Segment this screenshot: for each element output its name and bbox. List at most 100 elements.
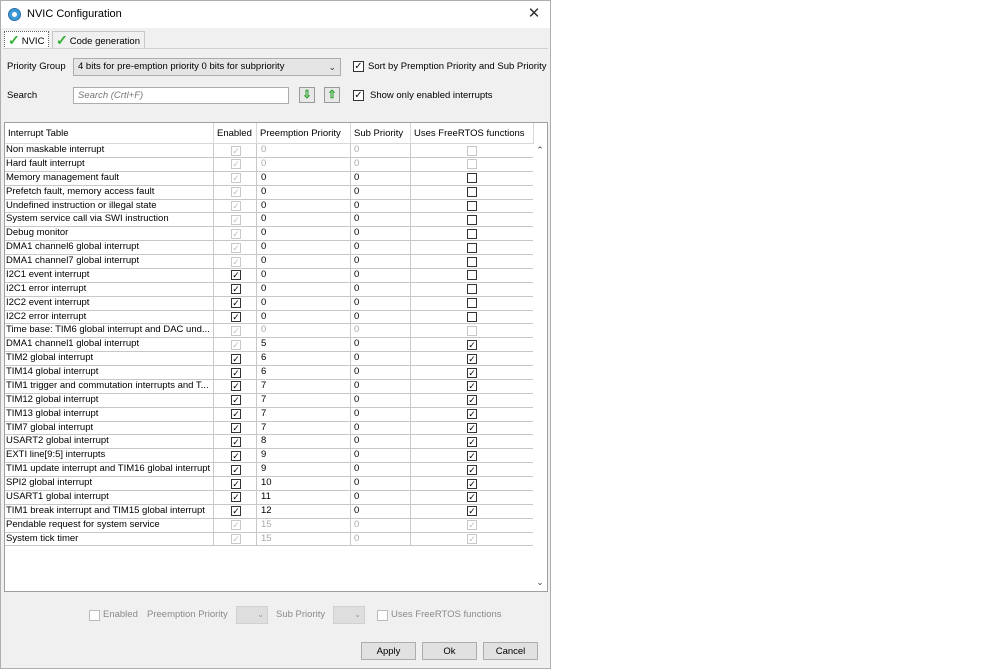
freertos-checkbox[interactable] (467, 187, 477, 198)
header-interrupt-table[interactable]: Interrupt Table (5, 123, 214, 144)
bottom-sub-select[interactable]: ⌄ (333, 606, 365, 624)
freertos-checkbox[interactable]: ✓ (467, 450, 477, 461)
table-row[interactable]: DMA1 channel7 global interrupt ✓ 0 0 (5, 255, 534, 269)
sub-priority-cell[interactable]: 0 (351, 449, 411, 463)
header-preemption-priority[interactable]: Preemption Priority (257, 123, 351, 144)
table-row[interactable]: Hard fault interrupt ✓ 0 0 (5, 157, 534, 172)
enabled-checkbox[interactable]: ✓ (231, 436, 241, 447)
freertos-checkbox[interactable]: ✓ (467, 395, 477, 406)
preemption-priority-cell[interactable]: 7 (257, 393, 351, 407)
freertos-checkbox[interactable]: ✓ (467, 339, 477, 350)
priority-group-select[interactable]: 4 bits for pre-emption priority 0 bits f… (73, 58, 341, 76)
preemption-priority-cell[interactable]: 12 (257, 504, 351, 518)
enabled-checkbox[interactable]: ✓ (231, 450, 241, 461)
table-row[interactable]: TIM12 global interrupt ✓ 7 0 ✓ (5, 393, 534, 408)
preemption-priority-cell[interactable]: 7 (257, 421, 351, 435)
preemption-priority-cell[interactable]: 15 (257, 518, 351, 532)
sub-priority-cell[interactable]: 0 (351, 268, 411, 282)
table-row[interactable]: SPI2 global interrupt ✓ 10 0 ✓ (5, 477, 534, 491)
preemption-priority-cell[interactable]: 10 (257, 477, 351, 490)
table-row[interactable]: TIM2 global interrupt ✓ 6 0 ✓ (5, 352, 534, 366)
table-row[interactable]: System service call via SWI instruction ✓… (5, 213, 534, 228)
enabled-checkbox[interactable]: ✓ (231, 506, 241, 517)
scroll-down-icon[interactable]: ⌄ (533, 577, 547, 588)
enabled-checkbox[interactable]: ✓ (231, 381, 241, 392)
ok-button[interactable]: Ok (422, 642, 477, 660)
header-enabled[interactable]: Enabled (214, 123, 257, 144)
sub-priority-cell[interactable]: 0 (351, 393, 411, 407)
table-row[interactable]: USART2 global interrupt ✓ 8 0 ✓ (5, 435, 534, 450)
table-row[interactable]: EXTI line[9:5] interrupts ✓ 9 0 ✓ (5, 449, 534, 464)
preemption-priority-cell[interactable]: 0 (257, 324, 351, 338)
preemption-priority-cell[interactable]: 0 (257, 185, 351, 199)
sub-priority-cell[interactable]: 0 (351, 185, 411, 199)
preemption-priority-cell[interactable]: 9 (257, 449, 351, 463)
preemption-priority-cell[interactable]: 0 (257, 144, 351, 157)
sub-priority-cell[interactable]: 0 (351, 532, 411, 546)
freertos-checkbox[interactable]: ✓ (467, 436, 477, 447)
preemption-priority-cell[interactable]: 0 (257, 268, 351, 282)
table-row[interactable]: Pendable request for system service ✓ 15 0 ✓ (5, 518, 534, 533)
enabled-checkbox[interactable]: ✓ (231, 409, 241, 420)
preemption-priority-cell[interactable]: 0 (257, 310, 351, 324)
tab-code-generation[interactable]: ✓ Code generation (52, 31, 145, 48)
enabled-checkbox[interactable]: ✓ (231, 423, 241, 433)
sub-priority-cell[interactable]: 0 (351, 171, 411, 185)
freertos-checkbox[interactable] (467, 214, 477, 225)
sub-priority-cell[interactable]: 0 (351, 144, 411, 157)
sub-priority-cell[interactable]: 0 (351, 255, 411, 268)
freertos-checkbox[interactable]: ✓ (467, 423, 477, 433)
freertos-checkbox[interactable]: ✓ (467, 353, 477, 364)
table-row[interactable]: I2C1 event interrupt ✓ 0 0 (5, 268, 534, 283)
table-row[interactable]: TIM1 trigger and commutation interrupts … (5, 379, 534, 394)
sub-priority-cell[interactable]: 0 (351, 435, 411, 449)
preemption-priority-cell[interactable]: 0 (257, 241, 351, 254)
table-row[interactable]: I2C2 error interrupt ✓ 0 0 (5, 310, 534, 325)
sub-priority-cell[interactable]: 0 (351, 421, 411, 435)
enabled-checkbox[interactable]: ✓ (231, 284, 241, 295)
preemption-priority-cell[interactable]: 6 (257, 352, 351, 365)
table-row[interactable]: Debug monitor ✓ 0 0 (5, 227, 534, 242)
freertos-checkbox[interactable] (467, 270, 477, 281)
preemption-priority-cell[interactable]: 7 (257, 407, 351, 421)
sub-priority-cell[interactable]: 0 (351, 490, 411, 504)
preemption-priority-cell[interactable]: 5 (257, 338, 351, 352)
table-row[interactable]: TIM1 update interrupt and TIM16 global i… (5, 463, 534, 477)
freertos-checkbox[interactable]: ✓ (467, 492, 477, 503)
table-row[interactable]: Memory management fault ✓ 0 0 (5, 171, 534, 186)
table-row[interactable]: USART1 global interrupt ✓ 11 0 ✓ (5, 490, 534, 505)
bottom-preemption-select[interactable]: ⌄ (236, 606, 268, 624)
preemption-priority-cell[interactable]: 0 (257, 213, 351, 227)
bottom-enabled-checkbox[interactable] (89, 610, 100, 621)
close-icon[interactable]: ✕ (524, 4, 544, 24)
table-row[interactable]: TIM14 global interrupt ✓ 6 0 ✓ (5, 366, 534, 380)
bottom-freertos-checkbox[interactable] (377, 610, 388, 621)
sub-priority-cell[interactable]: 0 (351, 407, 411, 421)
freertos-checkbox[interactable] (467, 173, 477, 184)
preemption-priority-cell[interactable]: 11 (257, 490, 351, 504)
enabled-checkbox[interactable]: ✓ (231, 270, 241, 281)
freertos-checkbox[interactable]: ✓ (467, 506, 477, 517)
freertos-checkbox[interactable] (467, 201, 477, 211)
sub-priority-cell[interactable]: 0 (351, 352, 411, 365)
scroll-up-icon[interactable]: ⌃ (533, 145, 547, 156)
sub-priority-cell[interactable]: 0 (351, 199, 411, 213)
preemption-priority-cell[interactable]: 0 (257, 199, 351, 213)
vertical-scrollbar[interactable]: ⌃ ⌄ (533, 144, 547, 591)
freertos-checkbox[interactable]: ✓ (467, 464, 477, 475)
enabled-checkbox[interactable]: ✓ (231, 312, 241, 322)
enabled-checkbox[interactable]: ✓ (231, 464, 241, 475)
enabled-checkbox[interactable]: ✓ (231, 353, 241, 364)
sub-priority-cell[interactable]: 0 (351, 518, 411, 532)
sub-priority-cell[interactable]: 0 (351, 157, 411, 171)
freertos-checkbox[interactable] (467, 312, 477, 322)
table-row[interactable]: I2C1 error interrupt ✓ 0 0 (5, 282, 534, 297)
table-row[interactable]: Non maskable interrupt ✓ 0 0 (5, 144, 534, 158)
sub-priority-cell[interactable]: 0 (351, 366, 411, 379)
freertos-checkbox[interactable] (467, 242, 477, 253)
sub-priority-cell[interactable]: 0 (351, 477, 411, 490)
sub-priority-cell[interactable]: 0 (351, 324, 411, 338)
enabled-checkbox[interactable]: ✓ (231, 395, 241, 406)
sub-priority-cell[interactable]: 0 (351, 310, 411, 324)
freertos-checkbox[interactable]: ✓ (467, 478, 477, 489)
